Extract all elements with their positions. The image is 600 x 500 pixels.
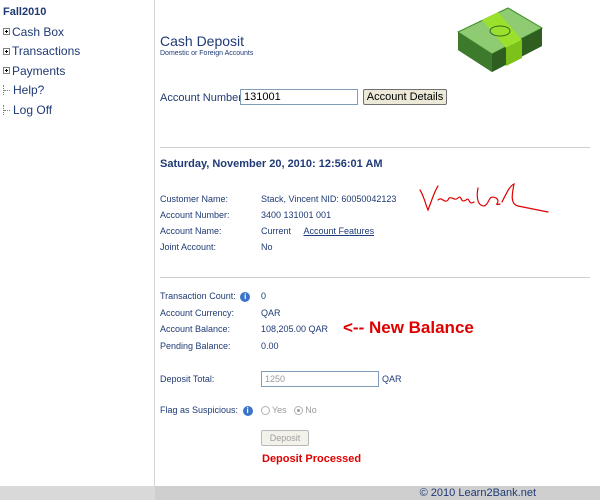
transaction-count-label-group: Transaction Count: i [160,291,251,302]
customer-name-value: Stack, Vincent NID: 60050042123 [261,194,397,204]
sidebar-item-label: Payments [12,63,66,78]
account-name-label: Account Name: [160,226,222,236]
sidebar-item-cash-box[interactable]: Cash Box [3,22,154,42]
tree-leaf-icon [3,104,11,115]
deposit-total-label: Deposit Total: [160,374,215,384]
deposit-currency-suffix: QAR [382,374,402,384]
expand-plus-icon[interactable] [3,28,10,36]
account-number-detail-value: 3400 131001 001 [261,210,332,220]
account-details-button[interactable]: Account Details [363,89,447,105]
suspicious-yes-option[interactable]: Yes [261,405,287,415]
signature-icon [419,182,549,213]
footer-bar: © 2010 Learn2Bank.net [0,486,600,500]
pending-balance-value: 0.00 [261,341,279,351]
pending-balance-label: Pending Balance: [160,341,231,351]
account-name-value: Current [261,226,292,236]
sidebar-nav: Fall2010 Cash Box Transactions Payments … [0,0,155,486]
radio-yes-label: Yes [272,405,287,415]
account-number-detail-label: Account Number: [160,210,230,220]
account-name-value-group: Current Account Features [261,226,374,236]
transaction-count-label: Transaction Count: [160,291,236,301]
money-stack-icon [456,7,544,72]
info-icon[interactable]: i [242,405,253,416]
sidebar-item-payments[interactable]: Payments [3,61,154,81]
radio-no[interactable] [294,405,304,415]
sidebar-item-help[interactable]: Help? [3,81,154,101]
main-content: Cash Deposit Domestic or Foreign Account… [156,0,600,486]
transaction-datetime: Saturday, November 20, 2010: 12:56:01 AM [160,158,383,170]
suspicious-label: Flag as Suspicious: [160,405,239,415]
account-balance-value: 108,205.00 QAR [261,324,329,334]
footer-copyright: © 2010 Learn2Bank.net [419,487,536,499]
deposit-status-message: Deposit Processed [262,453,362,465]
sidebar-item-label: Help? [13,83,45,98]
account-features-link[interactable]: Account Features [304,226,375,236]
suspicious-radio-group: Yes No [261,405,322,417]
divider [160,277,590,278]
sidebar-item-label: Transactions [12,44,81,59]
expand-plus-icon[interactable] [3,67,10,75]
divider [160,147,590,148]
account-number-input[interactable] [240,89,358,105]
tree-leaf-icon [3,85,11,96]
sidebar-item-log-off[interactable]: Log Off [3,100,154,120]
deposit-button[interactable]: Deposit [261,430,309,446]
transaction-count-value: 0 [261,291,266,301]
deposit-total-input[interactable] [261,371,379,387]
joint-account-label: Joint Account: [160,242,217,252]
footer-left-panel [0,486,155,500]
transaction-count-number: 0 [261,291,267,301]
joint-account-value: No [261,242,273,252]
radio-yes[interactable] [261,405,270,415]
info-icon[interactable]: i [240,291,251,302]
nav-root-label: Fall2010 [3,6,47,18]
new-balance-annotation: <-- New Balance [343,318,474,337]
account-number-label: Account Number: [160,92,245,104]
sidebar-item-label: Log Off [13,102,53,117]
account-balance-label: Account Balance: [160,324,231,334]
radio-no-label: No [305,405,317,415]
suspicious-label-group: Flag as Suspicious: i [160,405,253,416]
customer-name-label: Customer Name: [160,194,229,204]
sidebar-item-label: Cash Box [12,24,65,39]
page-title: Cash Deposit [160,33,245,49]
account-currency-label: Account Currency: [160,308,235,318]
sidebar-item-transactions[interactable]: Transactions [3,42,154,62]
suspicious-no-option[interactable]: No [294,405,317,415]
page-subtitle: Domestic or Foreign Accounts [160,50,254,57]
account-currency-value: QAR [261,308,281,318]
expand-plus-icon[interactable] [3,47,10,55]
